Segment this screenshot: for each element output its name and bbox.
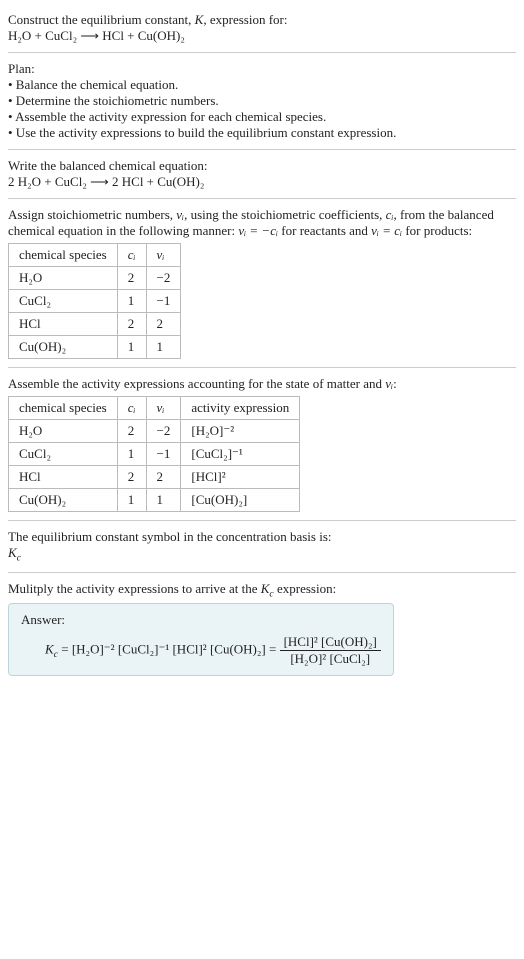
cell-species: CuCl₂ [9, 290, 118, 313]
cell-c: 2 [117, 466, 146, 489]
cell-c: 1 [117, 336, 146, 359]
stoich-section: Assign stoichiometric numbers, νᵢ, using… [8, 199, 516, 367]
table-row: HCl 2 2 [HCl]² [9, 466, 300, 489]
kc-symbol: Kc [8, 545, 516, 564]
cell-c: 1 [117, 489, 146, 512]
cell-c: 2 [117, 267, 146, 290]
cell-c: 1 [117, 443, 146, 466]
cell-activity: [CuCl₂]⁻¹ [181, 443, 300, 466]
cell-nu: 2 [146, 466, 181, 489]
text: for reactants and [278, 223, 371, 238]
activity-text: Assemble the activity expressions accoun… [8, 376, 516, 392]
cell-species: H₂O [9, 420, 118, 443]
cell-species: Cu(OH)₂ [9, 336, 118, 359]
kc-symbol-section: The equilibrium constant symbol in the c… [8, 521, 516, 572]
text: expression: [274, 581, 336, 596]
cell-species: HCl [9, 466, 118, 489]
plan-bullet: • Balance the chemical equation. [8, 77, 516, 93]
nu-i: νᵢ [385, 376, 393, 391]
answer-expression: Kc = [H₂O]⁻² [CuCl₂]⁻¹ [HCl]² [Cu(OH)₂] … [21, 628, 381, 667]
table-header-row: chemical species cᵢ νᵢ [9, 244, 181, 267]
relation: νᵢ = cᵢ [371, 223, 402, 238]
cell-activity: [HCl]² [181, 466, 300, 489]
table-row: CuCl₂ 1 −1 [CuCl₂]⁻¹ [9, 443, 300, 466]
cell-nu: −1 [146, 290, 181, 313]
cell-species: Cu(OH)₂ [9, 489, 118, 512]
col-c: cᵢ [117, 244, 146, 267]
cell-nu: −2 [146, 420, 181, 443]
col-species: chemical species [9, 397, 118, 420]
balanced-heading: Write the balanced chemical equation: [8, 158, 516, 174]
cell-nu: 1 [146, 489, 181, 512]
text: Assign stoichiometric numbers, [8, 207, 176, 222]
table-row: Cu(OH)₂ 1 1 [Cu(OH)₂] [9, 489, 300, 512]
k-letter: K [45, 642, 54, 657]
c-sub: c [17, 553, 21, 564]
col-nu: νᵢ [146, 244, 181, 267]
table-header-row: chemical species cᵢ νᵢ activity expressi… [9, 397, 300, 420]
cell-nu: −2 [146, 267, 181, 290]
answer-box: Answer: Kc = [H₂O]⁻² [CuCl₂]⁻¹ [HCl]² [C… [8, 603, 394, 676]
text: , using the stoichiometric coefficients, [184, 207, 386, 222]
stoich-text: Assign stoichiometric numbers, νᵢ, using… [8, 207, 516, 239]
table-row: H₂O 2 −2 [9, 267, 181, 290]
cell-species: HCl [9, 313, 118, 336]
col-nu: νᵢ [146, 397, 181, 420]
cell-activity: [Cu(OH)₂] [181, 489, 300, 512]
table-row: CuCl₂ 1 −1 [9, 290, 181, 313]
plan-bullet: • Use the activity expressions to build … [8, 125, 516, 141]
plan-heading: Plan: [8, 61, 516, 77]
cell-nu: 1 [146, 336, 181, 359]
cell-c: 2 [117, 420, 146, 443]
activity-section: Assemble the activity expressions accoun… [8, 368, 516, 520]
fraction: [HCl]² [Cu(OH)₂] [H₂O]² [CuCl₂] [280, 634, 381, 667]
intro-line1: Construct the equilibrium constant, K, e… [8, 12, 516, 28]
balanced-section: Write the balanced chemical equation: 2 … [8, 150, 516, 198]
kc-symbol-text: The equilibrium constant symbol in the c… [8, 529, 516, 545]
cell-nu: 2 [146, 313, 181, 336]
unbalanced-equation: H₂O + CuCl₂ ⟶ HCl + Cu(OH)₂ [8, 28, 516, 44]
table-row: H₂O 2 −2 [H₂O]⁻² [9, 420, 300, 443]
cell-nu: −1 [146, 443, 181, 466]
activity-table: chemical species cᵢ νᵢ activity expressi… [8, 396, 300, 512]
product-terms: [H₂O]⁻² [CuCl₂]⁻¹ [HCl]² [Cu(OH)₂] = [72, 642, 280, 657]
cell-species: H₂O [9, 267, 118, 290]
plan-section: Plan: • Balance the chemical equation. •… [8, 53, 516, 149]
text: Assemble the activity expressions accoun… [8, 376, 385, 391]
cell-activity: [H₂O]⁻² [181, 420, 300, 443]
multiply-text: Mulitply the activity expressions to arr… [8, 581, 516, 600]
plan-bullet: • Determine the stoichiometric numbers. [8, 93, 516, 109]
text: Mulitply the activity expressions to arr… [8, 581, 261, 596]
equals: = [58, 642, 72, 657]
nu-i: νᵢ [176, 207, 184, 222]
cell-c: 1 [117, 290, 146, 313]
col-activity: activity expression [181, 397, 300, 420]
relation: νᵢ = −cᵢ [238, 223, 278, 238]
c-i: cᵢ [386, 207, 394, 222]
text: for products: [402, 223, 472, 238]
cell-c: 2 [117, 313, 146, 336]
intro-text-suffix: , expression for: [203, 12, 287, 27]
intro-section: Construct the equilibrium constant, K, e… [8, 4, 516, 52]
intro-text: Construct the equilibrium constant, [8, 12, 195, 27]
balanced-equation: 2 H₂O + CuCl₂ ⟶ 2 HCl + Cu(OH)₂ [8, 174, 516, 190]
plan-bullet: • Assemble the activity expression for e… [8, 109, 516, 125]
cell-species: CuCl₂ [9, 443, 118, 466]
table-row: HCl 2 2 [9, 313, 181, 336]
fraction-numerator: [HCl]² [Cu(OH)₂] [280, 634, 381, 651]
col-species: chemical species [9, 244, 118, 267]
table-row: Cu(OH)₂ 1 1 [9, 336, 181, 359]
col-c: cᵢ [117, 397, 146, 420]
text: : [393, 376, 397, 391]
answer-label: Answer: [21, 612, 381, 628]
k-letter: K [8, 545, 17, 560]
multiply-section: Mulitply the activity expressions to arr… [8, 573, 516, 685]
fraction-denominator: [H₂O]² [CuCl₂] [280, 651, 381, 667]
stoich-table: chemical species cᵢ νᵢ H₂O 2 −2 CuCl₂ 1 … [8, 243, 181, 359]
